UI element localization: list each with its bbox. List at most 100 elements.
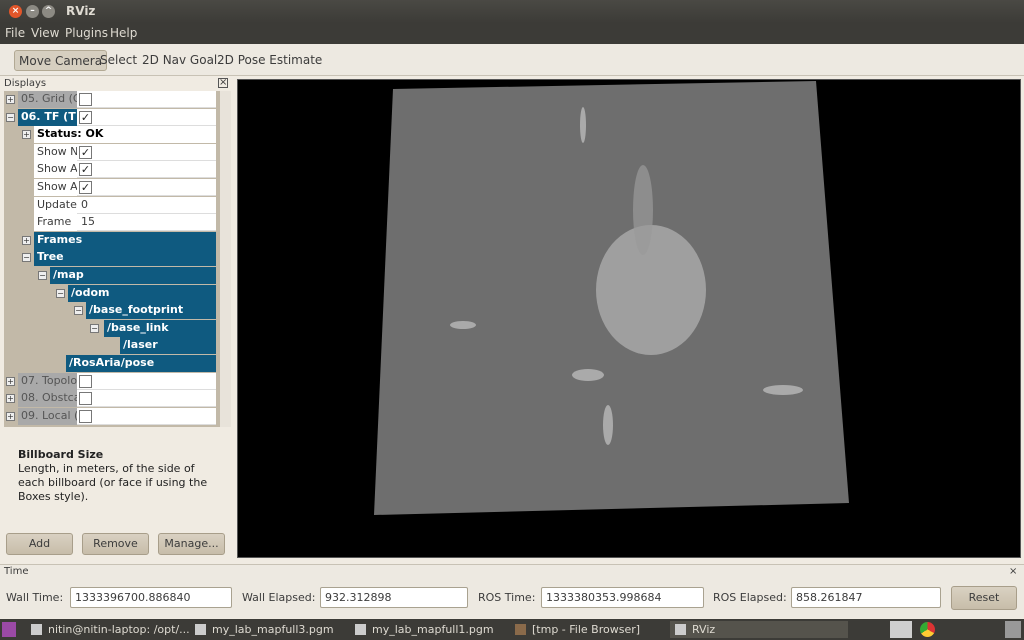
wall-time-field[interactable]: 1333396700.886840 (70, 587, 232, 608)
collapse-icon[interactable]: − (56, 288, 65, 298)
tree-row[interactable]: −/base_footprint (4, 302, 216, 320)
tree-row[interactable]: −06. TF (T ✓ (4, 108, 216, 127)
displays-title: Displays (4, 78, 47, 89)
tree-value (77, 407, 216, 425)
expand-icon[interactable]: + (22, 130, 31, 140)
tree-row[interactable]: −/map (4, 267, 216, 285)
collapse-icon[interactable]: − (22, 253, 31, 263)
expand-icon[interactable]: + (6, 376, 15, 386)
task-rviz[interactable]: RViz (670, 621, 848, 638)
tree-row[interactable]: /laser (4, 337, 216, 355)
tree-row[interactable]: +09. Local ( (4, 407, 216, 426)
menu-file[interactable]: File (5, 26, 25, 40)
expand-icon[interactable]: + (6, 394, 15, 404)
tree-row[interactable]: +07. Topolo (4, 372, 216, 391)
tree-row[interactable]: /RosAria/pose (4, 355, 216, 373)
close-displays-icon[interactable]: × (218, 78, 228, 88)
tree-label: /RosAria/pose (66, 355, 216, 372)
tree-value (77, 390, 216, 408)
map-streak (450, 321, 476, 329)
task-label: my_lab_mapfull1.pgm (372, 623, 494, 636)
task-file-browser[interactable]: [tmp - File Browser] (510, 621, 668, 638)
checkbox[interactable]: ✓ (79, 163, 92, 177)
collapse-icon[interactable]: − (90, 323, 99, 333)
menu-help[interactable]: Help (110, 26, 137, 40)
time-panel: Time × Wall Time: 1333396700.886840 Wall… (0, 564, 1024, 618)
workspace-icon[interactable] (890, 621, 912, 638)
expand-icon[interactable]: + (6, 95, 15, 104)
checkbox[interactable] (79, 409, 92, 423)
pose-estimate-tool[interactable]: 2D Pose Estimate (213, 50, 326, 71)
tree-row[interactable]: − Tree (4, 249, 216, 267)
explored-area (596, 225, 706, 355)
tree-row[interactable]: −/odom (4, 284, 216, 303)
task-terminal[interactable]: nitin@nitin-laptop: /opt/... (26, 621, 190, 638)
trash-icon[interactable] (1005, 621, 1021, 638)
close-time-icon[interactable]: × (1009, 566, 1017, 577)
reset-button[interactable]: Reset (951, 586, 1017, 610)
expand-icon[interactable]: + (6, 411, 15, 421)
map-render (374, 81, 849, 515)
collapse-icon[interactable]: − (38, 271, 47, 280)
tree-row[interactable]: +08. Obstca (4, 390, 216, 408)
task-label: [tmp - File Browser] (532, 623, 641, 636)
expand-icon[interactable]: + (22, 235, 31, 245)
tree-label: 08. Obstca (18, 390, 77, 408)
3d-viewport[interactable] (237, 79, 1021, 558)
ros-time-field[interactable]: 1333380353.998684 (541, 587, 704, 608)
tree-label: Show A (34, 161, 77, 179)
task-image1[interactable]: my_lab_mapfull3.pgm (190, 621, 348, 638)
minimize-icon[interactable]: – (26, 5, 39, 18)
tree-label: 07. Topolo (18, 372, 77, 390)
tree-row[interactable]: Show N ✓ (4, 143, 216, 162)
chrome-icon[interactable] (920, 622, 935, 637)
tree-value: ✓ (77, 161, 216, 179)
tree-label: Show N (34, 143, 77, 161)
tree-row[interactable]: +05. Grid (G (4, 91, 216, 109)
tree-label: Show A (34, 179, 77, 196)
checkbox[interactable] (79, 392, 92, 406)
wall-elapsed-label: Wall Elapsed: (242, 591, 316, 604)
taskbar: nitin@nitin-laptop: /opt/... my_lab_mapf… (0, 619, 1024, 640)
folder-icon (515, 624, 526, 635)
ros-elapsed-field[interactable]: 858.261847 (791, 587, 941, 608)
tree-value[interactable]: 15 (77, 214, 216, 232)
move-camera-tool[interactable]: Move Camera (14, 50, 108, 71)
map-streak (603, 405, 613, 445)
nav-goal-tool[interactable]: 2D Nav Goal (138, 50, 221, 71)
manage-button[interactable]: Manage... (158, 533, 225, 555)
checkbox[interactable] (79, 93, 92, 106)
tree-row[interactable]: + Frames (4, 231, 216, 250)
tree-row[interactable]: −/base_link (4, 319, 216, 338)
checkbox[interactable]: ✓ (79, 145, 92, 159)
menu-plugins[interactable]: Plugins (65, 26, 108, 40)
displays-tree: +05. Grid (G −06. TF (T ✓ + Status: OK Show N… (4, 91, 231, 427)
add-button[interactable]: Add (6, 533, 73, 555)
collapse-icon[interactable]: − (6, 112, 15, 122)
checkbox[interactable]: ✓ (79, 110, 92, 124)
close-icon[interactable]: × (9, 5, 22, 18)
tree-row[interactable]: Show A ✓ (4, 179, 216, 197)
map-streak (763, 385, 803, 395)
collapse-icon[interactable]: − (74, 306, 83, 316)
tree-row[interactable]: + Status: OK (4, 126, 216, 144)
tree-label: /base_footprint (86, 302, 216, 320)
title-bar: × – ^ RViz (0, 0, 1024, 23)
tree-row[interactable]: Update 0 (4, 196, 216, 215)
select-tool[interactable]: Select (96, 50, 141, 71)
tree-label: Frames (34, 231, 216, 249)
task-image2[interactable]: my_lab_mapfull1.pgm (350, 621, 508, 638)
checkbox[interactable]: ✓ (79, 181, 92, 194)
remove-button[interactable]: Remove (82, 533, 149, 555)
menu-view[interactable]: View (31, 26, 59, 40)
maximize-icon[interactable]: ^ (42, 5, 55, 18)
tree-row[interactable]: Frame 15 (4, 214, 216, 232)
tree-scrollbar[interactable] (220, 91, 231, 427)
ros-elapsed-label: ROS Elapsed: (713, 591, 787, 604)
tree-value[interactable]: 0 (77, 196, 216, 214)
wall-elapsed-field[interactable]: 932.312898 (320, 587, 468, 608)
tree-row[interactable]: Show A ✓ (4, 161, 216, 179)
show-desktop-icon[interactable] (2, 622, 16, 637)
tree-label: Status: OK (34, 126, 216, 144)
checkbox[interactable] (79, 374, 92, 388)
